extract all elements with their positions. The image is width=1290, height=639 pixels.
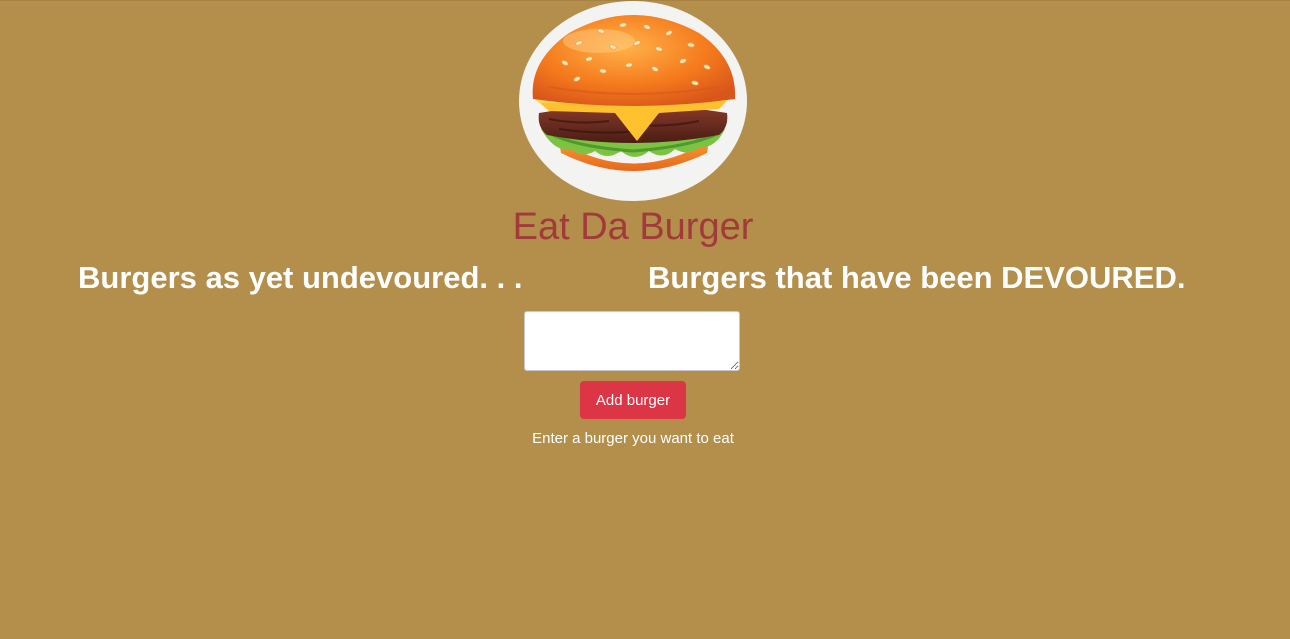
devoured-heading: Burgers that have been DEVOURED. — [648, 260, 1186, 295]
undevoured-heading: Burgers as yet undevoured. . . — [78, 260, 523, 295]
burger-icon — [532, 15, 736, 171]
burger-input-hint: Enter a burger you want to eat — [532, 430, 734, 447]
burger-logo — [519, 1, 747, 201]
app-title: Eat Da Burger — [512, 206, 754, 248]
burger-name-input[interactable] — [524, 311, 740, 371]
add-burger-button[interactable]: Add burger — [580, 381, 686, 419]
